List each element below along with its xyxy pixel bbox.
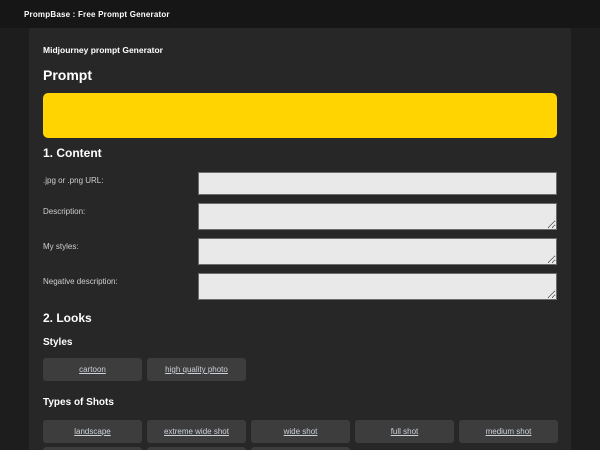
style-option-cartoon[interactable]: cartoon <box>43 358 142 381</box>
content-section-heading: 1. Content <box>43 147 557 161</box>
prompt-output[interactable] <box>43 93 557 138</box>
shots-subheading: Types of Shots <box>43 397 557 408</box>
description-field-label: Description: <box>43 203 198 217</box>
shot-option-extreme-wide-shot[interactable]: extreme wide shot <box>147 420 246 443</box>
url-input[interactable] <box>198 172 557 195</box>
shot-option-medium-shot[interactable]: medium shot <box>459 420 558 443</box>
description-textarea[interactable] <box>198 203 557 230</box>
my-styles-textarea[interactable] <box>198 238 557 265</box>
prompt-heading: Prompt <box>43 67 557 83</box>
style-option-high-quality-photo[interactable]: high quality photo <box>147 358 246 381</box>
negative-description-field-row: Negative description: <box>43 273 557 300</box>
shot-option-wide-shot[interactable]: wide shot <box>251 420 350 443</box>
shot-option-landscape[interactable]: landscape <box>43 420 142 443</box>
my-styles-field-label: My styles: <box>43 238 198 252</box>
shot-option-full-shot[interactable]: full shot <box>355 420 454 443</box>
app-title: PrompBase : Free Prompt Generator <box>24 10 170 19</box>
negative-description-field-label: Negative description: <box>43 273 198 287</box>
my-styles-field-row: My styles: <box>43 238 557 265</box>
app-header: PrompBase : Free Prompt Generator <box>0 0 600 28</box>
url-field-row: .jpg or .png URL: <box>43 172 557 195</box>
negative-description-textarea[interactable] <box>198 273 557 300</box>
style-options-row: cartoon high quality photo <box>43 358 557 381</box>
description-field-row: Description: <box>43 203 557 230</box>
looks-section-heading: 2. Looks <box>43 312 557 326</box>
styles-subheading: Styles <box>43 337 557 348</box>
page-subtitle: Midjourney prompt Generator <box>43 46 557 55</box>
shot-options-row: landscape extreme wide shot wide shot fu… <box>43 420 557 443</box>
page-container: Midjourney prompt Generator Prompt 1. Co… <box>29 28 571 450</box>
url-field-label: .jpg or .png URL: <box>43 172 198 186</box>
